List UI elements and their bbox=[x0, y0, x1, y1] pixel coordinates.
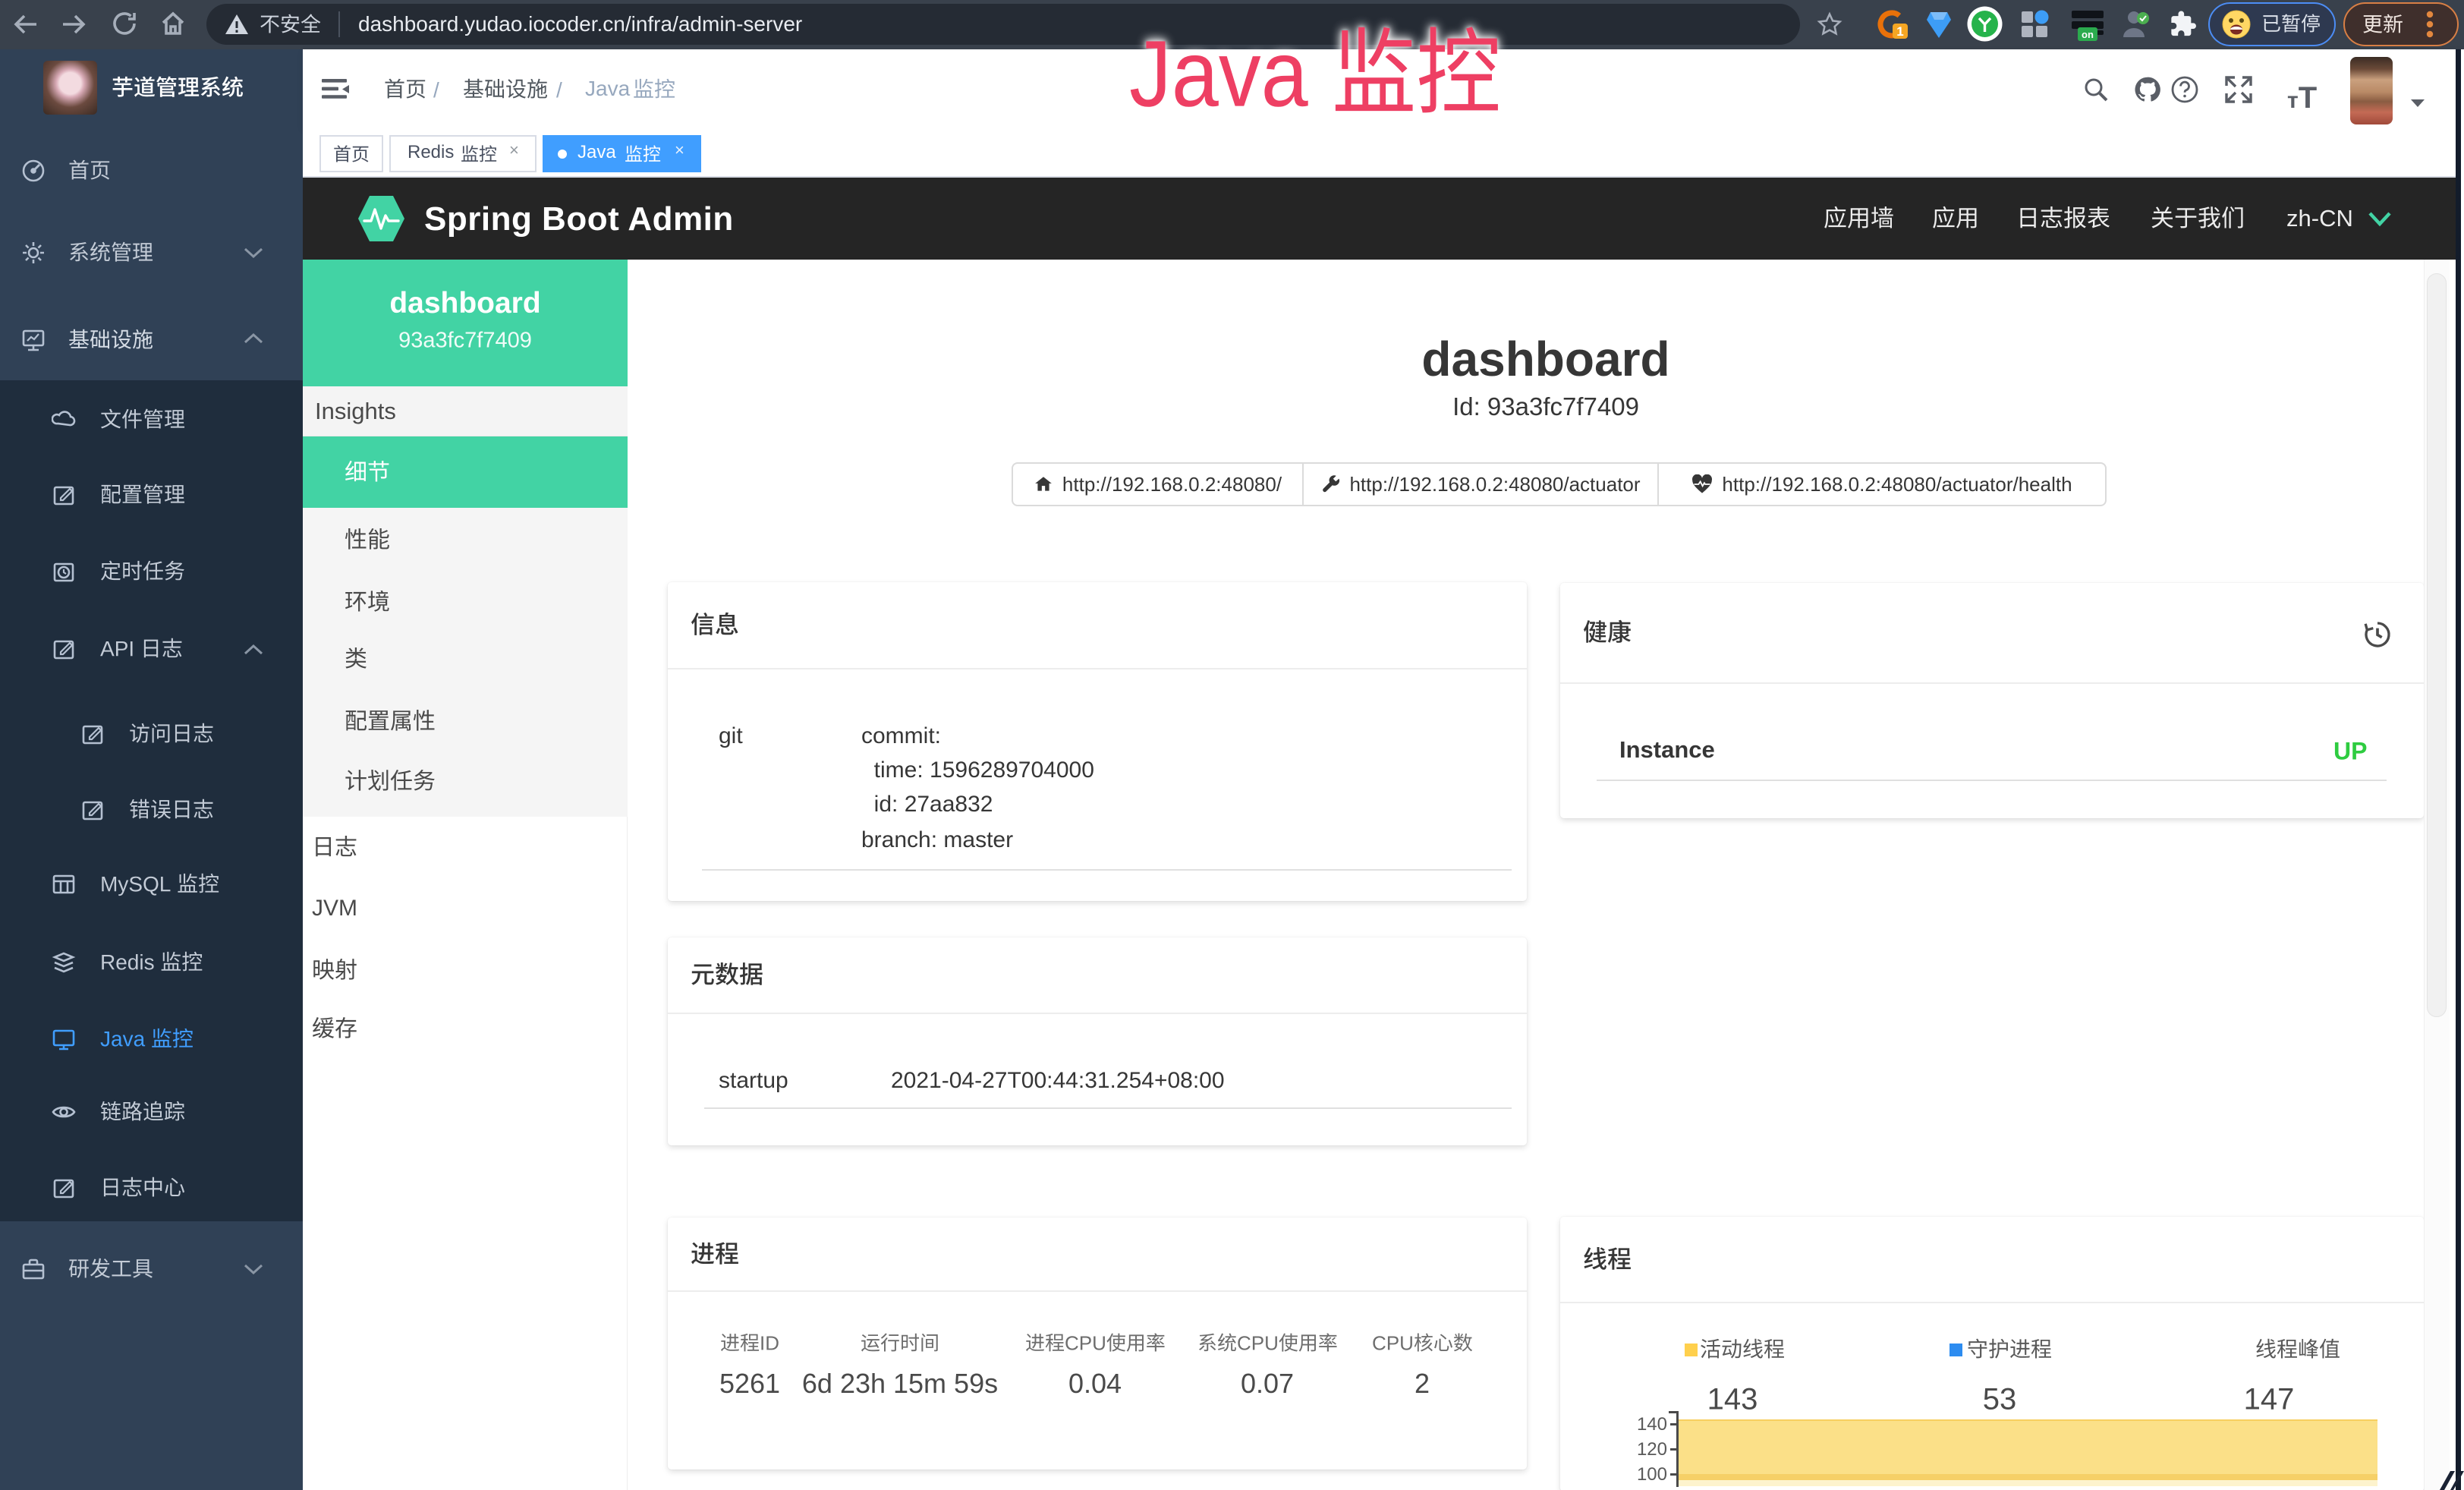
svg-text:on: on bbox=[2082, 29, 2094, 40]
svg-text:1: 1 bbox=[1896, 24, 1903, 39]
